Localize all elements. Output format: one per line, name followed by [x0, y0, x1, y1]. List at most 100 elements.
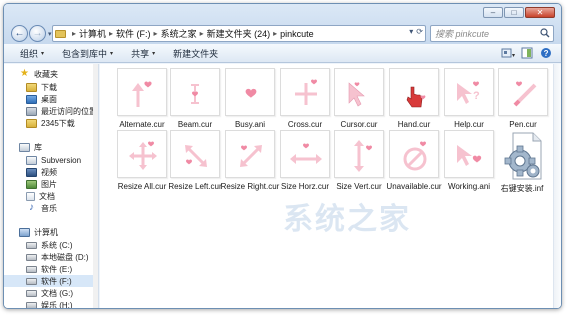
breadcrumb-new-folder[interactable]: 新建文件夹 (24) — [207, 27, 271, 40]
sidebar-item-label: 下载 — [41, 82, 57, 92]
resize-right-cursor-icon — [240, 145, 262, 167]
search-input[interactable]: 搜索 pinkcute — [430, 25, 554, 42]
file-thumbnail — [170, 130, 220, 178]
computer-icon — [19, 227, 30, 237]
address-bar[interactable]: ▸ 计算机 ▸ 软件 (F:) ▸ 系统之家 ▸ 新建文件夹 (24) ▸ pi… — [52, 25, 426, 42]
file-item[interactable]: Size Horz.cur — [280, 130, 332, 196]
search-placeholder: 搜索 pinkcute — [435, 29, 490, 39]
file-item[interactable]: Unavailable.cur — [386, 130, 442, 196]
sidebar-item-label: 2345下载 — [41, 118, 75, 128]
sidebar-scrollbar[interactable] — [93, 64, 98, 308]
help-icon[interactable]: ? — [539, 46, 553, 59]
sidebar-item-drive-h[interactable]: 娱乐 (H:) — [26, 299, 73, 308]
sidebar-item-drive-d[interactable]: 本地磁盘 (D:) — [26, 251, 89, 263]
file-item[interactable]: Busy.ani — [225, 68, 277, 134]
sidebar-item-documents[interactable]: 文档 — [26, 190, 55, 202]
forward-arrow-icon: → — [32, 28, 43, 39]
back-button[interactable]: ← — [11, 25, 28, 42]
sidebar-item-label: 软件 (F:) — [41, 276, 72, 286]
refresh-icon[interactable]: ⟳ — [416, 27, 423, 36]
gear-file-icon — [504, 132, 542, 180]
navigation-pane: ★ 收藏夹 下载 桌面 最近访问的位置 2345下载 库 Subversion — [4, 64, 99, 308]
sidebar-item-label: 软件 (E:) — [41, 264, 73, 274]
file-thumbnail — [170, 68, 220, 116]
search-icon[interactable] — [540, 28, 550, 38]
file-item[interactable]: ? Help.cur — [444, 68, 496, 134]
sidebar-item-label: 库 — [34, 142, 42, 152]
sidebar-item-2345-downloads[interactable]: 2345下载 — [26, 117, 75, 129]
breadcrumb-computer[interactable]: 计算机 — [79, 27, 106, 40]
alternate-cursor-icon — [132, 81, 152, 107]
view-options-icon[interactable]: ▾ — [501, 46, 515, 59]
video-icon — [26, 167, 37, 177]
sidebar-item-drive-e[interactable]: 软件 (E:) — [26, 263, 72, 275]
file-item[interactable]: Cursor.cur — [334, 68, 386, 134]
document-icon — [26, 191, 35, 201]
nav-buttons: ← → ▾ — [11, 25, 52, 42]
breadcrumb-separator[interactable]: ▸ — [200, 29, 204, 38]
file-thumbnail — [444, 130, 494, 178]
sidebar-item-drive-f[interactable]: 软件 (F:) — [4, 275, 97, 287]
desktop-icon — [26, 94, 37, 104]
file-item[interactable]: Beam.cur — [170, 68, 222, 134]
sidebar-item-label: 桌面 — [41, 94, 57, 104]
beam-cursor-icon — [191, 84, 199, 104]
sidebar-item-recent[interactable]: 最近访问的位置 — [26, 105, 97, 117]
folder-icon — [26, 118, 37, 128]
recent-pages-dropdown[interactable]: ▾ — [48, 30, 52, 38]
sidebar-item-music[interactable]: ♪ 音乐 — [26, 202, 57, 214]
file-item[interactable]: Pen.cur — [498, 68, 550, 134]
breadcrumb-separator[interactable]: ▸ — [273, 29, 277, 38]
sidebar-item-desktop[interactable]: 桌面 — [26, 93, 57, 105]
sidebar-item-label: 最近访问的位置 — [41, 106, 97, 116]
sidebar-item-label: 文档 (G:) — [41, 288, 73, 298]
forward-button[interactable]: → — [29, 25, 46, 42]
file-item[interactable]: Cross.cur — [280, 68, 332, 134]
file-item[interactable]: Size Vert.cur — [334, 130, 386, 196]
file-item[interactable]: Hand.cur — [389, 68, 441, 134]
sidebar-item-drive-g[interactable]: 文档 (G:) — [26, 287, 73, 299]
file-thumbnail — [225, 130, 275, 178]
explorer-window: – □ ✕ ← → ▾ ▸ 计算机 ▸ 软件 (F:) ▸ 系统之家 ▸ 新建文… — [3, 3, 562, 309]
sidebar-item-favorites[interactable]: ★ 收藏夹 — [19, 68, 58, 80]
preview-pane-icon[interactable] — [520, 46, 534, 59]
include-in-library-button[interactable]: 包含到库中 ▾ — [62, 47, 113, 60]
busy-cursor-icon — [245, 88, 257, 98]
breadcrumb-separator[interactable]: ▸ — [109, 29, 113, 38]
content-scrollbar[interactable] — [553, 64, 561, 308]
file-item[interactable]: 右键安装.inf — [497, 131, 549, 197]
sidebar-item-computer[interactable]: 计算机 — [19, 226, 58, 238]
title-bar: – □ ✕ ← → ▾ ▸ 计算机 ▸ 软件 (F:) ▸ 系统之家 ▸ 新建文… — [4, 4, 561, 44]
share-button[interactable]: 共享 ▾ — [131, 47, 155, 60]
breadcrumb-xitongzhijia[interactable]: 系统之家 — [161, 27, 197, 40]
breadcrumb-separator[interactable]: ▸ — [154, 29, 158, 38]
sidebar-item-drive-c[interactable]: 系统 (C:) — [26, 239, 73, 251]
file-thumbnail — [117, 130, 167, 178]
svg-text:▾: ▾ — [512, 53, 515, 59]
command-toolbar: 组织 ▾ 包含到库中 ▾ 共享 ▾ 新建文件夹 ▾ ? — [4, 44, 561, 63]
arrow-cursor-icon — [348, 82, 365, 107]
file-item[interactable]: Resize Right.cur — [221, 130, 279, 196]
chevron-down-icon: ▾ — [41, 50, 45, 57]
close-button[interactable]: ✕ — [525, 7, 555, 18]
organize-button[interactable]: 组织 ▾ — [20, 47, 44, 60]
help-cursor-icon: ? — [457, 81, 480, 104]
new-folder-button[interactable]: 新建文件夹 — [173, 47, 218, 60]
address-dropdown-icon[interactable]: ▾ — [409, 27, 413, 36]
size-vert-cursor-icon — [354, 140, 372, 172]
file-item[interactable]: Resize Left.cur — [168, 130, 222, 196]
sidebar-item-pictures[interactable]: 图片 — [26, 178, 57, 190]
file-list: 系统之家 Alternate.cur Beam.cur Busy.ani Cro… — [100, 64, 561, 308]
sidebar-item-video[interactable]: 视频 — [26, 166, 57, 178]
sidebar-item-label: 本地磁盘 (D:) — [41, 252, 89, 262]
file-name: Pen.cur — [509, 120, 537, 129]
breadcrumb-drive-f[interactable]: 软件 (F:) — [116, 27, 151, 40]
breadcrumb-pinkcute[interactable]: pinkcute — [280, 29, 314, 39]
sidebar-item-downloads[interactable]: 下载 — [26, 81, 57, 93]
sidebar-item-subversion[interactable]: Subversion — [26, 154, 81, 166]
sidebar-item-libraries[interactable]: 库 — [19, 141, 42, 153]
maximize-button[interactable]: □ — [504, 7, 524, 18]
sidebar-item-label: 收藏夹 — [34, 69, 58, 79]
breadcrumb-separator[interactable]: ▸ — [72, 29, 76, 38]
minimize-button[interactable]: – — [483, 7, 503, 18]
